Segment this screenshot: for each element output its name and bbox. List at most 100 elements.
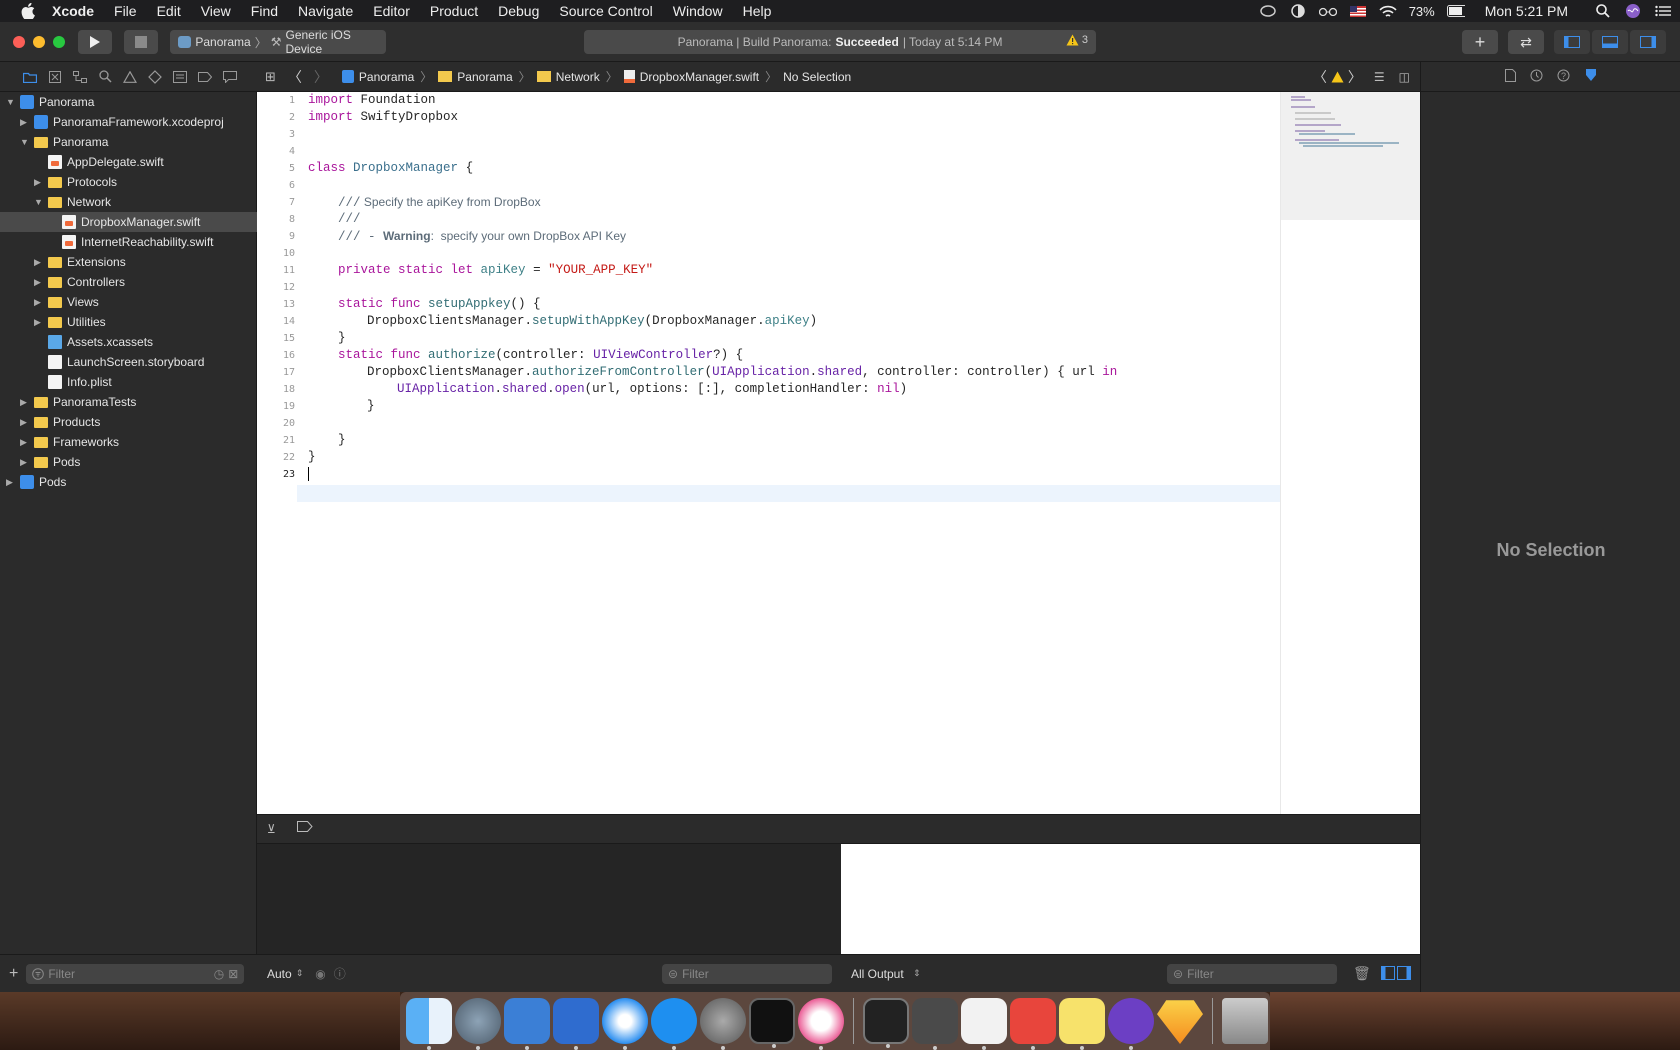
terminal-dock-icon[interactable] bbox=[749, 998, 795, 1048]
disclosure-closed-icon[interactable]: ▶ bbox=[34, 177, 44, 187]
notes-dock-icon[interactable] bbox=[1059, 998, 1105, 1050]
menu-view[interactable]: View bbox=[191, 0, 241, 22]
scheme-selector[interactable]: Panorama 〉 ⚒ Generic iOS Device bbox=[170, 28, 387, 56]
disclosure-closed-icon[interactable]: ▶ bbox=[6, 477, 16, 487]
variables-view[interactable] bbox=[257, 844, 841, 954]
scheme-name[interactable]: Panorama bbox=[195, 35, 250, 49]
menu-app-name[interactable]: Xcode bbox=[42, 0, 104, 22]
trash-dock-icon[interactable] bbox=[1222, 998, 1268, 1044]
issue-navigator-icon[interactable] bbox=[122, 69, 138, 85]
xcode-dock-icon[interactable] bbox=[504, 998, 550, 1050]
history-inspector-icon[interactable] bbox=[1530, 69, 1543, 85]
siri-icon[interactable] bbox=[1624, 4, 1642, 18]
creative-cloud-icon[interactable] bbox=[1259, 4, 1277, 18]
zoom-window-button[interactable] bbox=[53, 36, 65, 48]
battery-icon[interactable] bbox=[1446, 4, 1465, 18]
symbol-navigator-icon[interactable] bbox=[72, 69, 88, 85]
notification-center-icon[interactable] bbox=[1654, 4, 1672, 18]
forward-arrow-icon[interactable]: 〉 bbox=[314, 67, 328, 87]
launchpad-dock-icon[interactable] bbox=[455, 998, 501, 1050]
disclosure-closed-icon[interactable]: ▶ bbox=[34, 257, 44, 267]
breakpoint-navigator-icon[interactable] bbox=[197, 69, 213, 85]
navigator-item[interactable]: ▶ PanoramaFramework.xcodeproj bbox=[0, 112, 257, 132]
menu-debug[interactable]: Debug bbox=[488, 0, 549, 22]
breakpoints-toggle-icon[interactable] bbox=[297, 821, 313, 835]
minimize-window-button[interactable] bbox=[33, 36, 45, 48]
navigator-item[interactable]: ▶ PanoramaTests bbox=[0, 392, 257, 412]
report-navigator-icon[interactable] bbox=[222, 69, 238, 85]
navigator-item[interactable]: ▶ Pods bbox=[0, 452, 257, 472]
breadcrumb-symbol[interactable]: No Selection bbox=[783, 70, 851, 84]
disclosure-closed-icon[interactable]: ▶ bbox=[20, 417, 30, 427]
quick-help-icon[interactable]: ? bbox=[1557, 69, 1570, 85]
menu-editor[interactable]: Editor bbox=[363, 0, 420, 22]
navigator-item[interactable]: LaunchScreen.storyboard bbox=[0, 352, 257, 372]
disclosure-closed-icon[interactable]: ▶ bbox=[34, 297, 44, 307]
navigator-item[interactable]: ▶ Pods bbox=[0, 472, 257, 492]
info-icon[interactable]: ⓘ bbox=[334, 965, 346, 982]
navigator-filter-field[interactable]: Filter ◷ ⊠ bbox=[26, 963, 245, 984]
project-navigator-icon[interactable] bbox=[22, 69, 38, 85]
disclosure-closed-icon[interactable]: ▶ bbox=[20, 437, 30, 447]
sketch-dock-icon[interactable] bbox=[1157, 1000, 1203, 1044]
editor-options-icon[interactable]: ☰ bbox=[1374, 70, 1385, 84]
wifi-icon[interactable] bbox=[1379, 4, 1397, 18]
installer-dock-icon[interactable] bbox=[1108, 998, 1154, 1050]
toggle-debug-area-button[interactable] bbox=[1592, 30, 1628, 54]
clock[interactable]: Mon 5:21 PM bbox=[1485, 3, 1568, 19]
find-navigator-icon[interactable] bbox=[97, 69, 113, 85]
test-navigator-icon[interactable] bbox=[147, 69, 163, 85]
library-button[interactable]: + bbox=[1462, 30, 1498, 54]
disclosure-open-icon[interactable]: ▼ bbox=[34, 197, 44, 207]
disclosure-closed-icon[interactable]: ▶ bbox=[34, 317, 44, 327]
related-items-icon[interactable]: ⊞ bbox=[265, 69, 276, 85]
spotlight-search-icon[interactable] bbox=[1594, 4, 1612, 18]
navigator-item[interactable]: Info.plist bbox=[0, 372, 257, 392]
recent-files-icon[interactable]: ◷ bbox=[214, 967, 224, 981]
system-preferences-dock-icon[interactable] bbox=[700, 998, 746, 1050]
navigator-item[interactable]: DropboxManager.swift bbox=[0, 212, 257, 232]
menu-window[interactable]: Window bbox=[663, 0, 733, 22]
finder-dock-icon[interactable] bbox=[406, 998, 452, 1050]
breadcrumb-group-network[interactable]: Network bbox=[536, 70, 600, 84]
contrast-icon[interactable] bbox=[1289, 4, 1307, 18]
minimap[interactable] bbox=[1280, 92, 1421, 814]
back-arrow-icon[interactable]: 〈 bbox=[288, 67, 302, 87]
glasses-icon[interactable] bbox=[1318, 4, 1337, 18]
menu-navigate[interactable]: Navigate bbox=[288, 0, 363, 22]
previous-issue-icon[interactable]: 〈 bbox=[1313, 67, 1327, 87]
disclosure-closed-icon[interactable]: ▶ bbox=[20, 397, 30, 407]
stop-button[interactable] bbox=[124, 30, 158, 54]
simulator-dock-icon[interactable] bbox=[553, 998, 599, 1050]
breadcrumb-group-panorama[interactable]: Panorama bbox=[438, 70, 513, 84]
console-output-selector[interactable]: All Output bbox=[851, 967, 904, 981]
add-file-icon[interactable]: + bbox=[9, 965, 18, 983]
source-editor[interactable]: 1 2 3 4 5 6 7 8 9 10 11 12 13 14 15 16 17 18 19 20 21 22 23 im… bbox=[257, 92, 1421, 814]
trash-icon[interactable]: 🗑 bbox=[1353, 965, 1371, 982]
apple-menu-icon[interactable] bbox=[14, 0, 42, 22]
debug-navigator-icon[interactable] bbox=[172, 69, 188, 85]
destination-name[interactable]: Generic iOS Device bbox=[286, 28, 387, 56]
wunderlist-dock-icon[interactable] bbox=[1010, 998, 1056, 1050]
source-control-navigator-icon[interactable] bbox=[47, 69, 63, 85]
next-issue-icon[interactable]: 〉 bbox=[1348, 67, 1362, 87]
run-button[interactable] bbox=[78, 30, 112, 54]
disclosure-closed-icon[interactable]: ▶ bbox=[34, 277, 44, 287]
disclosure-closed-icon[interactable]: ▶ bbox=[20, 457, 30, 467]
navigator-item[interactable]: ▶ Frameworks bbox=[0, 432, 257, 452]
menu-source-control[interactable]: Source Control bbox=[549, 0, 662, 22]
scm-filter-icon[interactable]: ⊠ bbox=[228, 967, 238, 981]
disclosure-open-icon[interactable]: ▼ bbox=[6, 97, 16, 107]
menu-product[interactable]: Product bbox=[420, 0, 488, 22]
add-editor-icon[interactable]: ◫ bbox=[1399, 70, 1410, 84]
activity-monitor-dock-icon[interactable] bbox=[863, 998, 909, 1048]
variables-scope-selector[interactable]: Auto bbox=[267, 967, 292, 981]
navigator-item[interactable]: InternetReachability.swift bbox=[0, 232, 257, 252]
navigator-item[interactable]: ▶ Utilities bbox=[0, 312, 257, 332]
navigator-item[interactable]: ▶ Protocols bbox=[0, 172, 257, 192]
attributes-inspector-icon[interactable] bbox=[1584, 68, 1598, 85]
menu-help[interactable]: Help bbox=[733, 0, 782, 22]
navigator-item[interactable]: ▶ Products bbox=[0, 412, 257, 432]
toggle-inspector-button[interactable] bbox=[1630, 30, 1666, 54]
console-filter-field[interactable]: ⊜ Filter bbox=[1167, 963, 1337, 984]
